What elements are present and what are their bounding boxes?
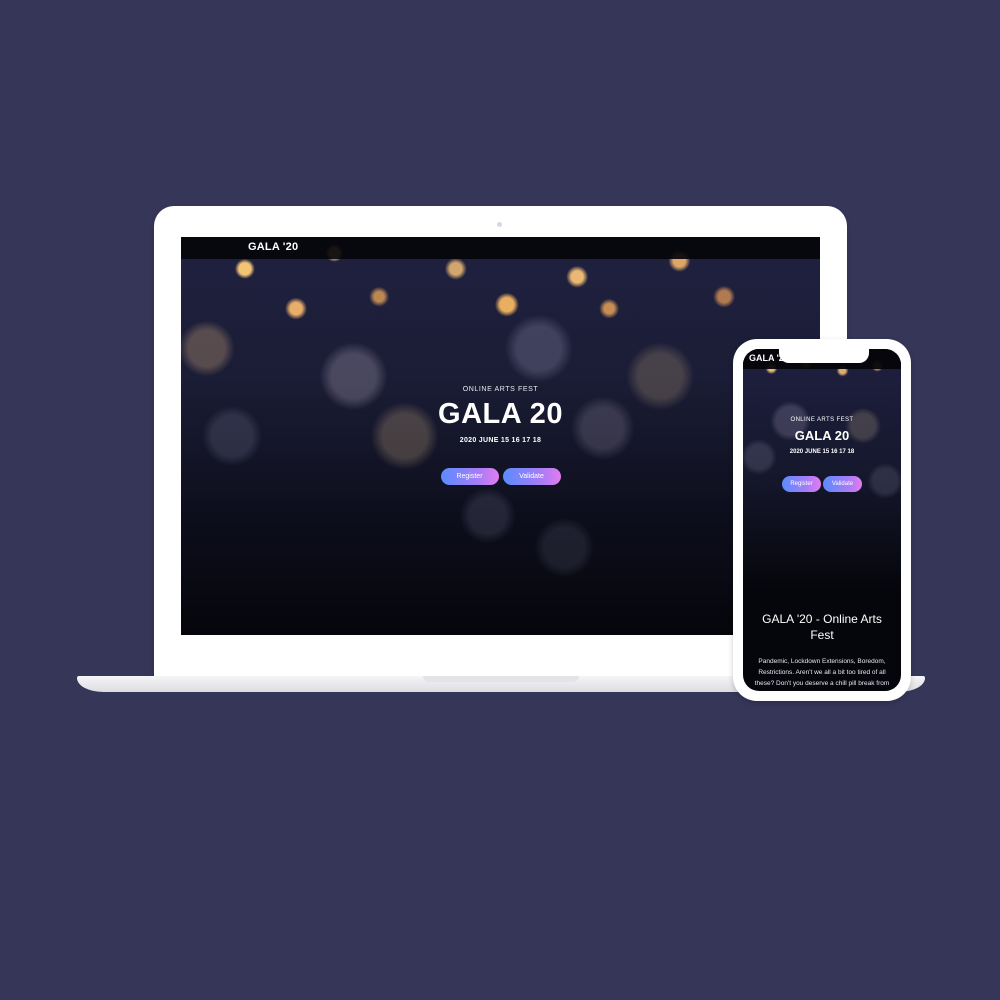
hero-title: GALA 20	[438, 398, 563, 430]
phone-section-heading: GALA '20 - Online Arts Fest	[762, 612, 882, 642]
hero-buttons: Register Validate	[181, 468, 820, 485]
phone-frame: GALA '20 ONLINE ARTS FEST GALA 20 2020 J…	[733, 339, 911, 701]
validate-button[interactable]: Validate	[502, 468, 561, 485]
phone-hero-title: GALA 20	[794, 428, 850, 443]
phone-screen: GALA '20 ONLINE ARTS FEST GALA 20 2020 J…	[743, 349, 901, 691]
phone-hero-eyebrow: ONLINE ARTS FEST	[790, 417, 854, 423]
site-logo[interactable]: GALA '20	[248, 241, 298, 253]
phone-validate-button[interactable]: Validate	[823, 476, 862, 492]
hero-eyebrow: ONLINE ARTS FEST	[462, 386, 539, 393]
laptop-base-notch	[423, 676, 579, 682]
laptop-camera	[497, 222, 502, 227]
phone-hero-date: 2020 JUNE 15 16 17 18	[789, 449, 855, 455]
laptop-screen: GALA '20 ONLINE ARTS FEST GALA 20 2020 J…	[181, 237, 820, 635]
phone-notch	[779, 349, 869, 363]
register-button[interactable]: Register	[440, 468, 499, 485]
phone-register-button[interactable]: Register	[782, 476, 821, 492]
mockup-stage: GALA '20 ONLINE ARTS FEST GALA 20 2020 J…	[0, 0, 1000, 1000]
phone-hero-background-image	[743, 349, 901, 589]
phone-hero-buttons: Register Validate	[743, 476, 901, 492]
navbar: GALA '20	[181, 237, 820, 259]
phone-hero-section: ONLINE ARTS FEST GALA 20 2020 JUNE 15 16…	[743, 417, 901, 455]
hero-section: ONLINE ARTS FEST GALA 20 2020 JUNE 15 16…	[181, 386, 820, 444]
phone-section-body: Pandemic, Lockdown Extensions, Boredom, …	[754, 658, 890, 687]
hero-date: 2020 JUNE 15 16 17 18	[459, 437, 542, 444]
